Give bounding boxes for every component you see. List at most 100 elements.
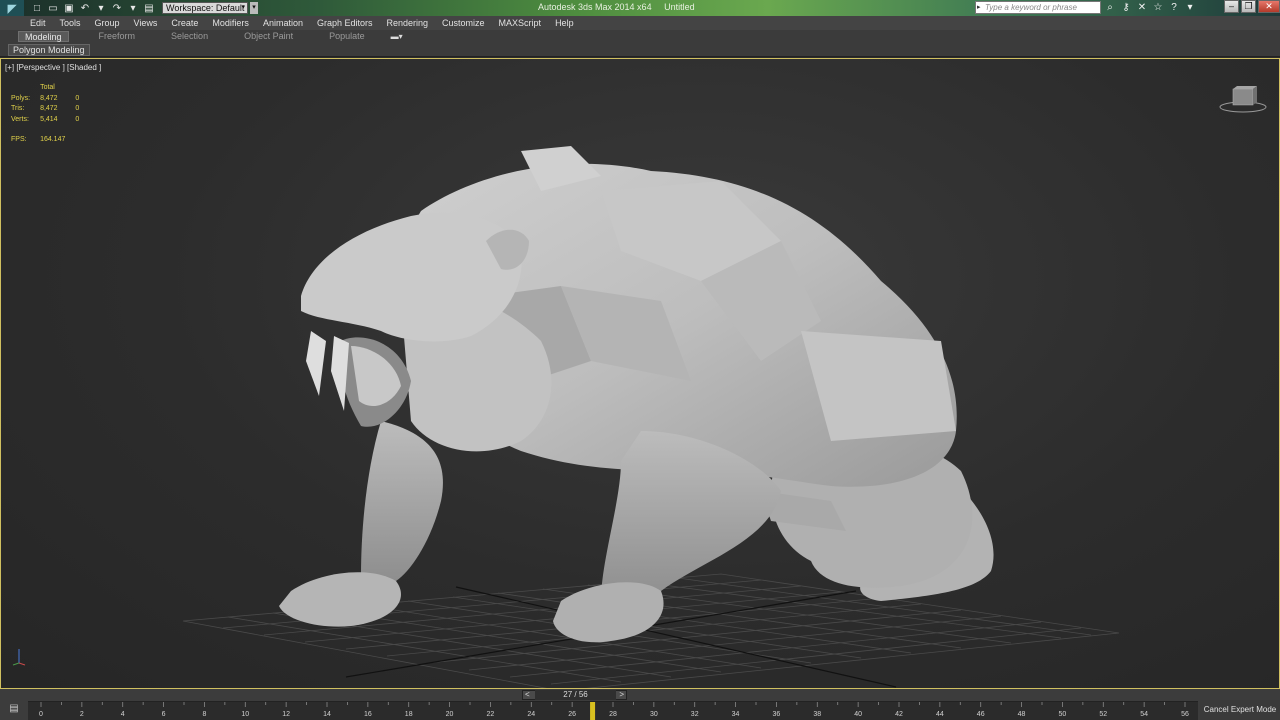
binoculars-icon[interactable]: ⌕ — [1104, 1, 1116, 14]
timeline-tick-label: 50 — [1058, 711, 1067, 718]
stats-total: 8,472 — [40, 105, 58, 112]
fps-label: FPS: — [11, 136, 27, 143]
workspace-menu-button[interactable]: ▾ — [250, 2, 258, 14]
timeline-tick-label: 52 — [1099, 711, 1108, 718]
key-icon[interactable]: ⚷ — [1120, 1, 1132, 14]
stats-header: Total — [40, 84, 55, 91]
stats-row: Tris: 8,472 0 — [11, 104, 89, 115]
restore-button[interactable]: ❐ — [1241, 0, 1256, 13]
timeline-tick-label: 48 — [1017, 711, 1026, 718]
ribbon-options-icon[interactable]: ▬▾ — [391, 32, 403, 41]
menu-graph-editors[interactable]: Graph Editors — [317, 18, 373, 28]
menu-views[interactable]: Views — [134, 18, 158, 28]
viewport-label[interactable]: [+] [Perspective ] [Shaded ] — [5, 63, 101, 72]
stats-label: Verts: — [11, 115, 29, 123]
search-placeholder: Type a keyword or phrase — [985, 3, 1077, 12]
menu-customize[interactable]: Customize — [442, 18, 485, 28]
menu-tools[interactable]: Tools — [60, 18, 81, 28]
redo-icon[interactable]: ↷ — [110, 2, 124, 14]
track-bar-toggle-icon[interactable]: ▤ — [4, 703, 24, 717]
star-icon[interactable]: ☆ — [1152, 1, 1164, 14]
title-bar: ◤ □ ▭ ▣ ↶ ▾ ↷ ▾ ▤ Workspace: Default ▾ ▾… — [0, 0, 1280, 16]
tab-modeling[interactable]: Modeling — [18, 31, 69, 42]
menu-bar: Edit Tools Group Views Create Modifiers … — [0, 16, 1280, 30]
timeline-tick-label: 16 — [363, 711, 372, 718]
search-input[interactable]: ▸ Type a keyword or phrase — [975, 1, 1101, 14]
timeline-tick-label: 0 — [39, 711, 43, 718]
menu-edit[interactable]: Edit — [30, 18, 46, 28]
sabertooth-model — [279, 146, 994, 643]
undo-dropdown-icon[interactable]: ▾ — [94, 2, 108, 14]
stats-selected: 0 — [75, 94, 80, 102]
exchange-icon[interactable]: ✕ — [1136, 1, 1148, 14]
viewcube-icon[interactable] — [1219, 81, 1267, 115]
frame-counter: 27 / 56 — [535, 690, 616, 700]
quick-access-toolbar: □ ▭ ▣ ↶ ▾ ↷ ▾ ▤ — [30, 2, 156, 14]
track-bar[interactable]: 0 2 4 6 8 10 12 14 16 18 20 22 24 26 28 30 32 34 36 38 40 42 4… — [28, 701, 1198, 720]
tab-populate[interactable]: Populate — [323, 31, 371, 42]
timeline-tick-label: 42 — [895, 711, 903, 718]
timeline-tick-label: 56 — [1181, 711, 1189, 718]
tab-object-paint[interactable]: Object Paint — [238, 31, 299, 42]
timeline-tick-label: 6 — [161, 711, 166, 718]
timeline-tick-label: 38 — [813, 711, 822, 718]
help-dropdown-icon[interactable]: ▾ — [1184, 1, 1196, 14]
current-frame-marker[interactable] — [590, 702, 596, 720]
timeline-tick-label: 8 — [202, 711, 207, 718]
minimize-button[interactable]: – — [1224, 0, 1239, 13]
help-icon[interactable]: ? — [1168, 1, 1180, 14]
menu-modifiers[interactable]: Modifiers — [212, 18, 249, 28]
cancel-expert-mode-button[interactable]: Cancel Expert Mode — [1200, 700, 1280, 720]
save-icon[interactable]: ▣ — [62, 2, 76, 14]
axis-tripod-icon — [12, 649, 26, 666]
menu-rendering[interactable]: Rendering — [387, 18, 429, 28]
infocenter-toolbar: ⌕ ⚷ ✕ ☆ ? ▾ — [1104, 1, 1196, 14]
menu-group[interactable]: Group — [95, 18, 120, 28]
tab-freeform[interactable]: Freeform — [93, 31, 142, 42]
ribbon-panel-row: Polygon Modeling — [0, 43, 1280, 57]
time-slider[interactable]: < 27 / 56 > — [522, 690, 627, 700]
timeline-tick-label: 22 — [486, 711, 495, 718]
fps-value: 164.147 — [40, 136, 66, 143]
timeline-tick-label: 30 — [649, 711, 658, 718]
redo-dropdown-icon[interactable]: ▾ — [126, 2, 140, 14]
timeline-tick-label: 32 — [690, 711, 699, 718]
menu-create[interactable]: Create — [171, 18, 198, 28]
timeline-tick-label: 14 — [323, 711, 331, 718]
scene-statistics: Total Polys: 8,472 0 Tris: 8,472 0 Verts… — [11, 83, 89, 146]
tab-selection[interactable]: Selection — [165, 31, 214, 42]
timeline-tick-label: 26 — [568, 711, 577, 718]
undo-icon[interactable]: ↶ — [78, 2, 92, 14]
timeline-tick-label: 10 — [241, 711, 250, 718]
app-logo-icon[interactable]: ◤ — [0, 0, 24, 16]
new-file-icon[interactable]: □ — [30, 2, 44, 14]
search-expand-icon: ▸ — [977, 4, 981, 11]
timeline-tick-label: 18 — [404, 711, 413, 718]
document-name: Untitled — [664, 2, 695, 12]
menu-help[interactable]: Help — [555, 18, 574, 28]
prev-frame-button[interactable]: < — [525, 690, 530, 699]
app-name: Autodesk 3ds Max 2014 x64 — [538, 2, 652, 12]
timeline-tick-label: 2 — [79, 711, 84, 718]
next-frame-button[interactable]: > — [619, 690, 624, 699]
stats-row: Verts: 5,414 0 — [11, 115, 89, 126]
chevron-down-icon: ▾ — [241, 4, 245, 11]
close-button[interactable]: ✕ — [1258, 0, 1280, 13]
timeline-panel: < 27 / 56 > ▤ 0 2 4 6 8 10 12 14 16 18 20 22 24 26 28 3… — [0, 689, 1280, 720]
stats-total: 5,414 — [40, 115, 58, 123]
timeline-tick-label: 20 — [445, 711, 454, 718]
workspace-select[interactable]: Workspace: Default ▾ — [162, 2, 248, 14]
menu-maxscript[interactable]: MAXScript — [499, 18, 542, 28]
ribbon-tabs: Modeling Freeform Selection Object Paint… — [0, 30, 1280, 43]
stats-row: Polys: 8,472 0 — [11, 94, 89, 105]
stats-selected: 0 — [75, 105, 80, 112]
open-file-icon[interactable]: ▭ — [46, 2, 60, 14]
timeline-tick-label: 24 — [527, 711, 536, 718]
timeline-tick-label: 54 — [1140, 711, 1149, 718]
perspective-viewport[interactable]: [+] [Perspective ] [Shaded ] Total Polys… — [0, 58, 1280, 689]
menu-animation[interactable]: Animation — [263, 18, 303, 28]
timeline-tick-label: 28 — [609, 711, 617, 718]
timeline-tick-label: 36 — [772, 711, 781, 718]
project-folder-icon[interactable]: ▤ — [142, 2, 156, 14]
polygon-modeling-panel[interactable]: Polygon Modeling — [8, 44, 90, 56]
